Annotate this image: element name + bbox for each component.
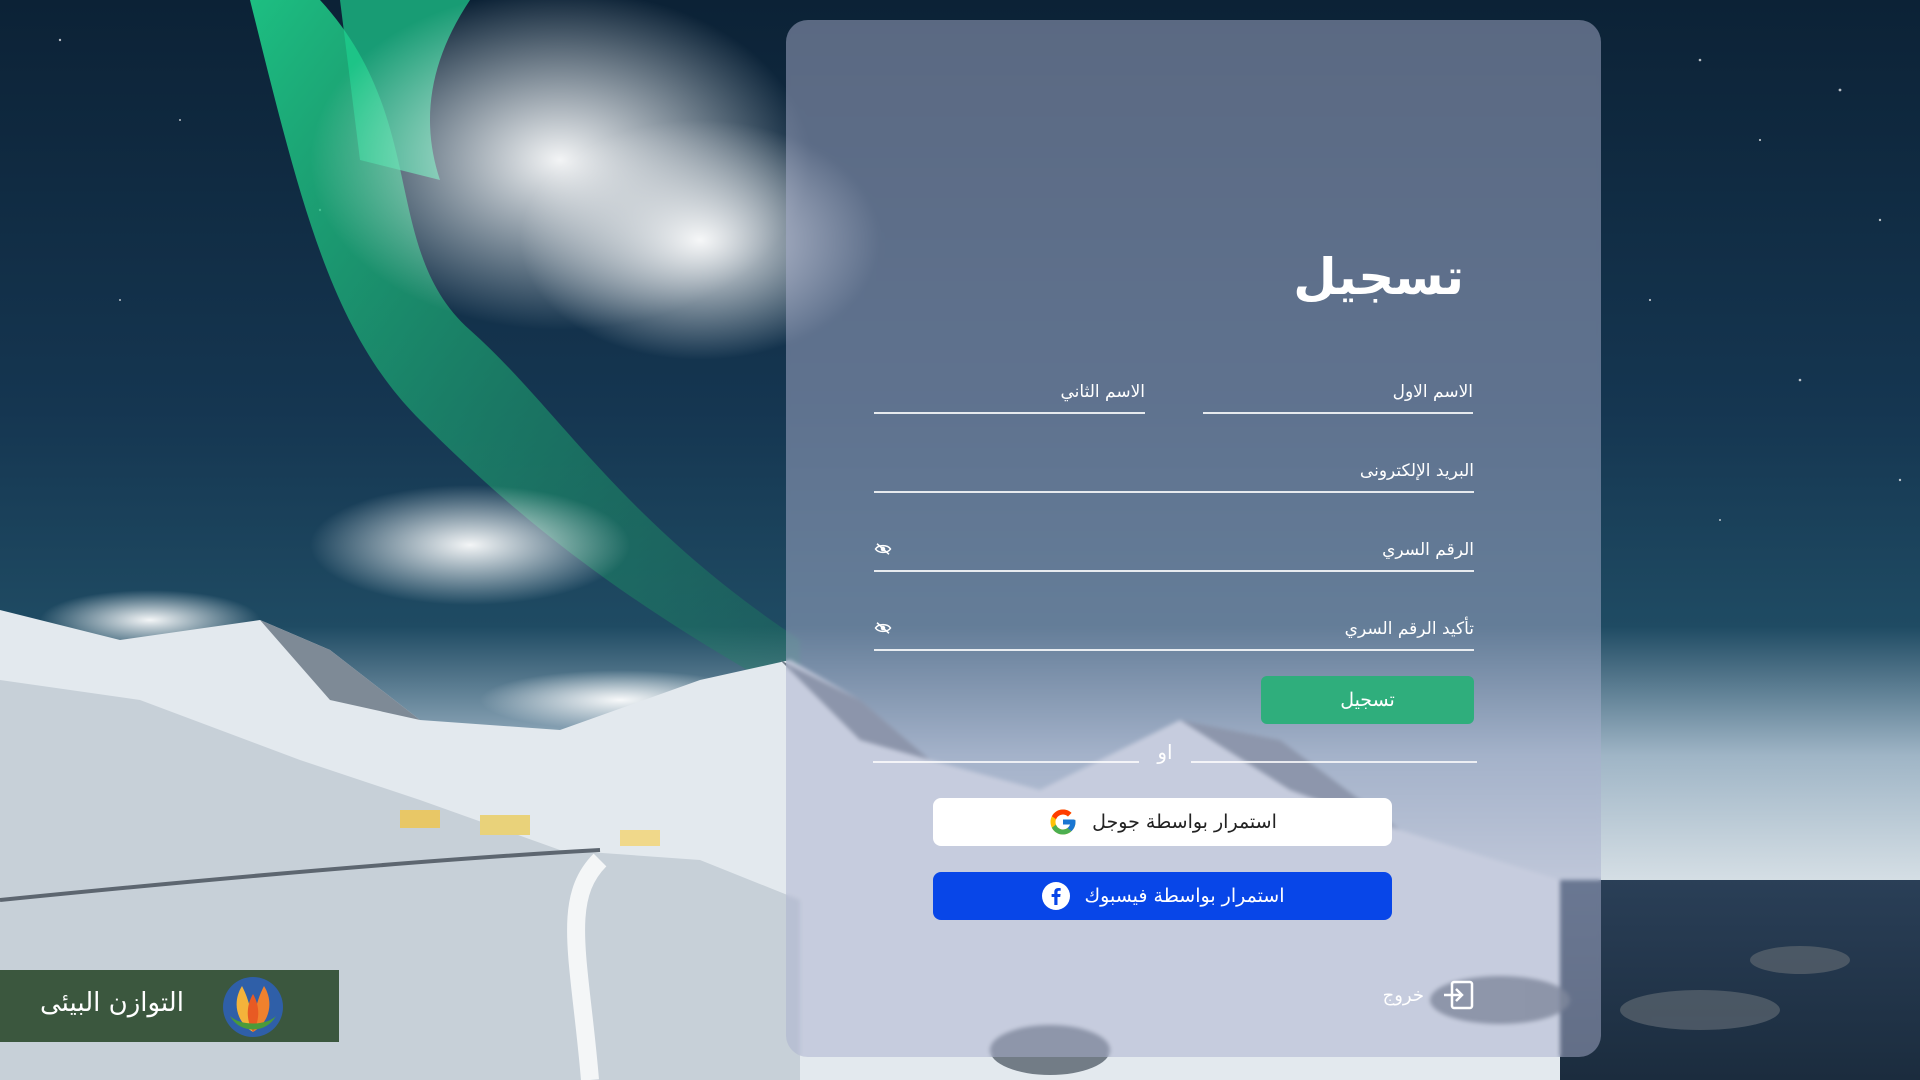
- exit-button[interactable]: خروج: [1383, 980, 1474, 1010]
- facebook-signin-button[interactable]: استمرار بواسطة فيسبوك: [933, 872, 1392, 920]
- confirm-password-field[interactable]: تأكيد الرقم السري: [874, 607, 1478, 651]
- page-title: تسجيل: [1293, 248, 1464, 306]
- exit-label: خروج: [1382, 984, 1424, 1006]
- first-name-field[interactable]: الاسم الاول: [1203, 370, 1477, 414]
- leaf-logo-icon: [223, 977, 283, 1037]
- last-name-input[interactable]: [874, 370, 1149, 414]
- password-input[interactable]: [874, 528, 1478, 572]
- facebook-icon: [1041, 882, 1070, 910]
- google-icon: [1050, 809, 1076, 835]
- eye-slash-icon[interactable]: [874, 621, 892, 635]
- register-card: تسجيل الاسم الاول الاسم الثاني البريد ال…: [786, 20, 1601, 1057]
- or-divider-label: او: [1157, 740, 1173, 764]
- eye-slash-icon[interactable]: [874, 542, 892, 556]
- email-field[interactable]: البريد الإلكترونى: [874, 449, 1478, 493]
- google-signin-button[interactable]: استمرار بواسطة جوجل: [933, 798, 1392, 846]
- brand-name: التوازن البيئى: [40, 988, 184, 1018]
- first-name-input[interactable]: [1203, 370, 1477, 414]
- brand-bar: التوازن البيئى: [0, 970, 339, 1042]
- last-name-field[interactable]: الاسم الثاني: [874, 370, 1149, 414]
- facebook-label: استمرار بواسطة فيسبوك: [1084, 885, 1285, 907]
- divider-right: [1191, 761, 1477, 763]
- password-field[interactable]: الرقم السري: [874, 528, 1478, 572]
- divider-left: [873, 761, 1139, 763]
- confirm-password-input[interactable]: [874, 607, 1478, 651]
- google-label: استمرار بواسطة جوجل: [1092, 811, 1277, 833]
- logout-icon: [1444, 980, 1474, 1010]
- email-input[interactable]: [874, 449, 1478, 493]
- register-button[interactable]: تسجيل: [1261, 676, 1474, 724]
